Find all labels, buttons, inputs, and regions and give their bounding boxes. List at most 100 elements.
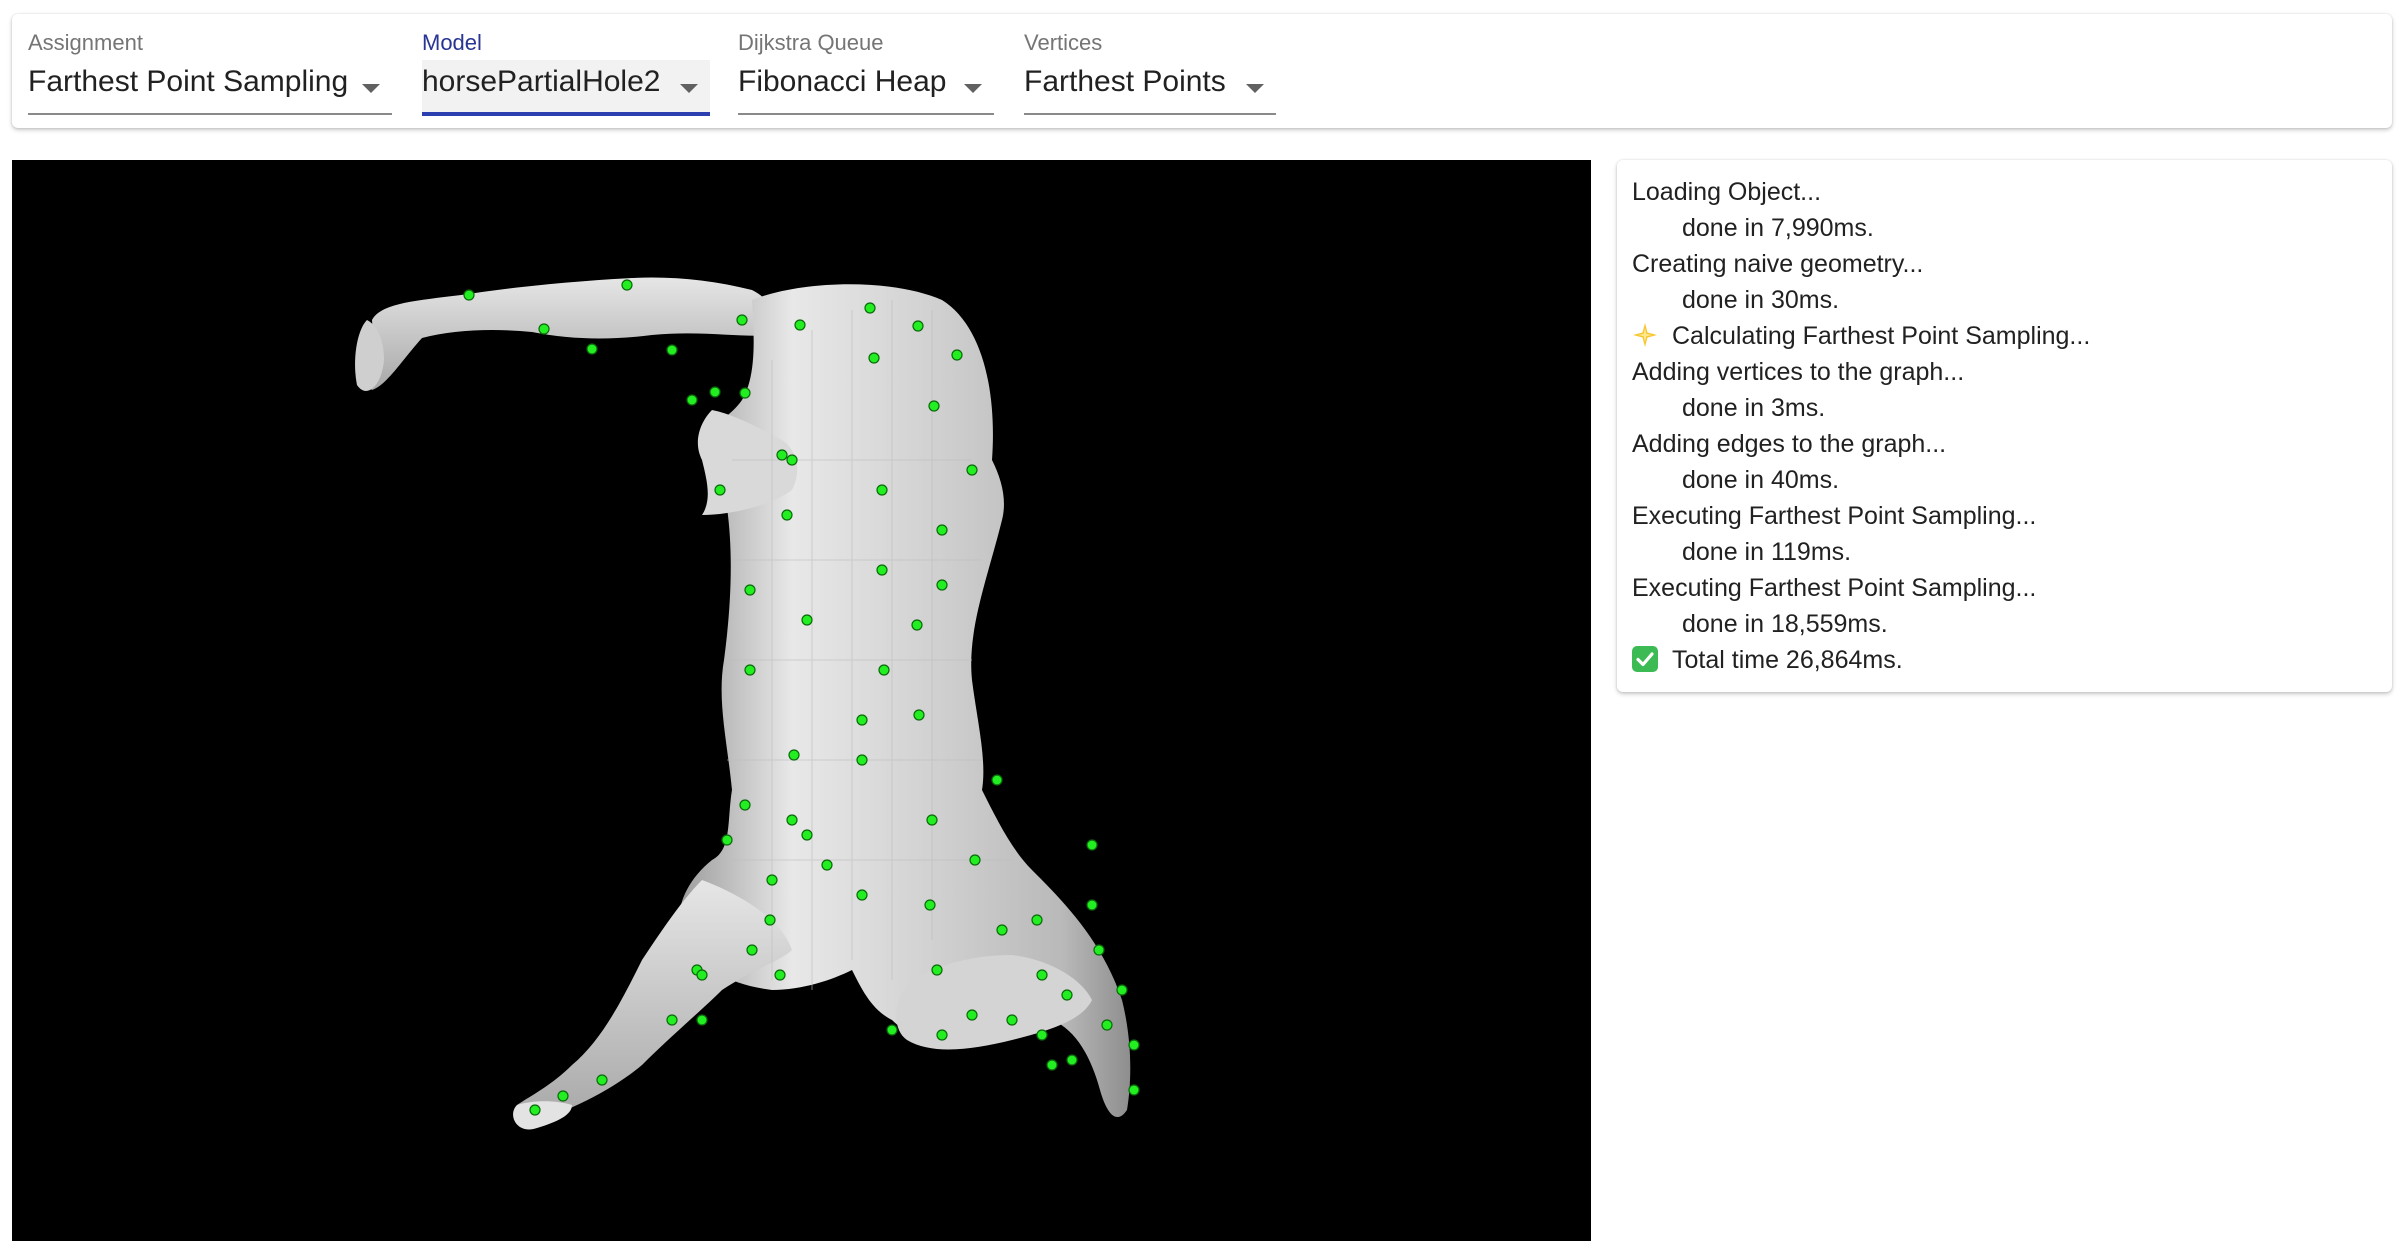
- sample-point: [876, 564, 888, 576]
- log-text: Total time 26,864ms.: [1672, 646, 1903, 674]
- vertices-underline: [1024, 113, 1276, 115]
- sample-point: [936, 579, 948, 591]
- log-text: done in 7,990ms.: [1682, 214, 1874, 242]
- sample-point: [714, 484, 726, 496]
- chevron-down-icon[interactable]: [680, 84, 698, 93]
- sample-point: [666, 344, 678, 356]
- log-line: Adding vertices to the graph...: [1617, 354, 2392, 390]
- sample-point: [912, 320, 924, 332]
- log-line: Total time 26,864ms.: [1617, 642, 2392, 678]
- sample-point: [821, 859, 833, 871]
- log-line: done in 30ms.: [1617, 282, 2392, 318]
- log-line: done in 3ms.: [1617, 390, 2392, 426]
- sample-point: [557, 1090, 569, 1102]
- log-text: done in 30ms.: [1682, 286, 1840, 314]
- vertices-select[interactable]: Vertices Farthest Points: [1024, 14, 1276, 128]
- vertices-value[interactable]: Farthest Points: [1024, 65, 1226, 99]
- assignment-select[interactable]: Assignment Farthest Point Sampling: [28, 14, 392, 128]
- sample-point: [801, 614, 813, 626]
- log-line: done in 119ms.: [1617, 534, 2392, 570]
- sample-point: [1086, 839, 1098, 851]
- sample-point: [1046, 1059, 1058, 1071]
- sample-point: [788, 749, 800, 761]
- sample-point: [1086, 899, 1098, 911]
- log-text: Executing Farthest Point Sampling...: [1632, 574, 2037, 602]
- sample-point: [786, 814, 798, 826]
- sample-point: [696, 969, 708, 981]
- dijkstra-queue-underline: [738, 113, 994, 115]
- log-text: Loading Object...: [1632, 178, 1822, 206]
- 3d-viewport[interactable]: [12, 160, 1591, 1241]
- sample-point: [666, 1014, 678, 1026]
- sample-point: [538, 323, 550, 335]
- log-line: done in 40ms.: [1617, 462, 2392, 498]
- sample-point: [856, 714, 868, 726]
- sparkle-icon: [1633, 323, 1657, 347]
- log-text: done in 18,559ms.: [1682, 610, 1888, 638]
- sample-point: [991, 774, 1003, 786]
- sample-point: [709, 386, 721, 398]
- sample-point: [996, 924, 1008, 936]
- sample-point: [1101, 1019, 1113, 1031]
- sample-point: [1066, 1054, 1078, 1066]
- sample-point: [1116, 984, 1128, 996]
- sample-point: [928, 400, 940, 412]
- sample-point: [764, 914, 776, 926]
- sample-point: [766, 874, 778, 886]
- log-text: Executing Farthest Point Sampling...: [1632, 502, 2037, 530]
- log-text: Adding edges to the graph...: [1632, 430, 1947, 458]
- sample-point: [596, 1074, 608, 1086]
- sample-point: [926, 814, 938, 826]
- assignment-value[interactable]: Farthest Point Sampling: [28, 65, 348, 99]
- model-underline: [422, 112, 710, 116]
- vertices-label: Vertices: [1024, 30, 1103, 55]
- log-text: Adding vertices to the graph...: [1632, 358, 1965, 386]
- log-line: Adding edges to the graph...: [1617, 426, 2392, 462]
- sample-point: [621, 279, 633, 291]
- chevron-down-icon[interactable]: [362, 84, 380, 93]
- sample-point: [529, 1104, 541, 1116]
- dijkstra-queue-label: Dijkstra Queue: [738, 30, 884, 55]
- chevron-down-icon[interactable]: [964, 84, 982, 93]
- sample-point: [736, 314, 748, 326]
- sample-point: [969, 854, 981, 866]
- log-line: Creating naive geometry...: [1617, 246, 2392, 282]
- sample-point: [721, 834, 733, 846]
- sample-point: [739, 799, 751, 811]
- model-select[interactable]: Model horsePartialHole2: [422, 14, 710, 128]
- horse-model-render: [355, 277, 1140, 1130]
- log-line: Executing Farthest Point Sampling...: [1617, 498, 2392, 534]
- sample-point: [911, 619, 923, 631]
- sample-point: [886, 1024, 898, 1036]
- model-value[interactable]: horsePartialHole2: [422, 65, 660, 99]
- log-line: Executing Farthest Point Sampling...: [1617, 570, 2392, 606]
- sample-point: [776, 449, 788, 461]
- sample-point: [744, 584, 756, 596]
- sample-point: [856, 754, 868, 766]
- sample-point: [801, 829, 813, 841]
- sample-point: [586, 343, 598, 355]
- sample-point: [781, 509, 793, 521]
- sample-point: [786, 454, 798, 466]
- chevron-down-icon[interactable]: [1246, 84, 1264, 93]
- assignment-underline: [28, 113, 392, 115]
- log-line: Calculating Farthest Point Sampling...: [1617, 318, 2392, 354]
- log-text: done in 3ms.: [1682, 394, 1826, 422]
- sample-point: [744, 664, 756, 676]
- dijkstra-queue-value[interactable]: Fibonacci Heap: [738, 65, 946, 99]
- sample-point: [686, 394, 698, 406]
- log-text: done in 40ms.: [1682, 466, 1840, 494]
- sample-point: [739, 387, 751, 399]
- log-text: done in 119ms.: [1682, 538, 1852, 566]
- sample-point: [1128, 1084, 1140, 1096]
- assignment-label: Assignment: [28, 30, 143, 55]
- dijkstra-queue-select[interactable]: Dijkstra Queue Fibonacci Heap: [738, 14, 994, 128]
- sample-point: [966, 1009, 978, 1021]
- sample-point: [1036, 1029, 1048, 1041]
- sample-point: [1061, 989, 1073, 1001]
- toolbar: Assignment Farthest Point Sampling Model…: [12, 14, 2392, 128]
- sample-point: [864, 302, 876, 314]
- mesh-hoof-bottom: [513, 1101, 572, 1130]
- sample-point: [856, 889, 868, 901]
- sample-point: [774, 969, 786, 981]
